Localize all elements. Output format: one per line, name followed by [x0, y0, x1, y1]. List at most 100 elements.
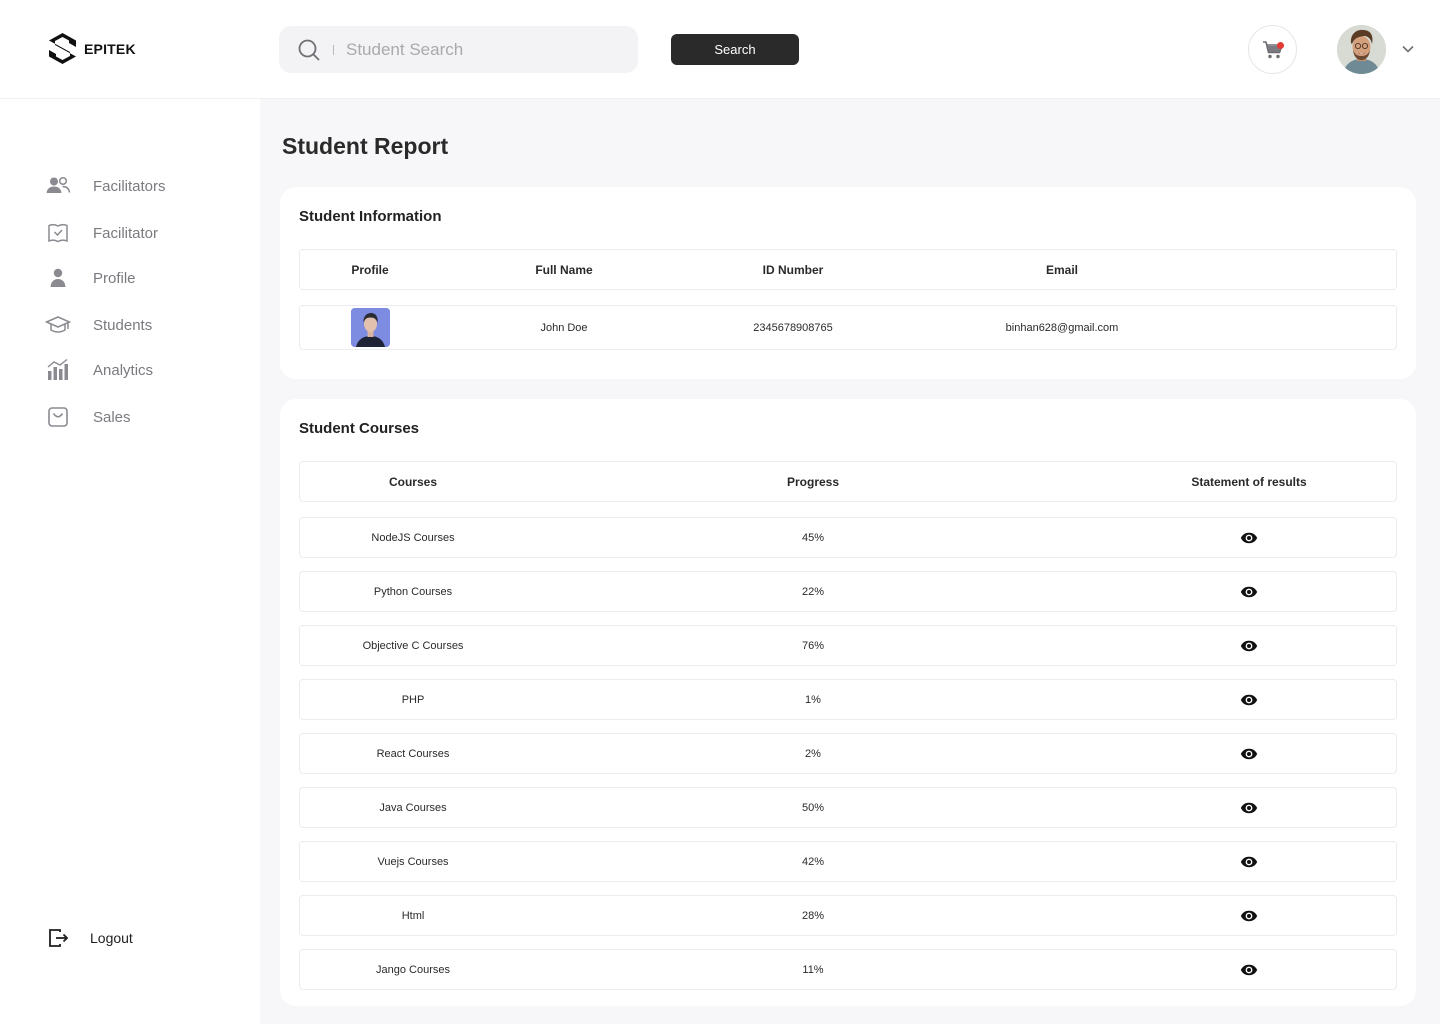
- sidebar-item-profile[interactable]: Profile: [45, 266, 136, 290]
- sidebar: Facilitators Facilitator Profile Student…: [0, 99, 260, 1024]
- logout-icon: [49, 929, 69, 947]
- main-content: Student Report Student Information Profi…: [260, 99, 1440, 1024]
- column-header-full-name: Full Name: [535, 262, 593, 277]
- sidebar-item-sales[interactable]: Sales: [45, 405, 131, 429]
- student-information-card: Student Information Profile Full Name ID…: [280, 187, 1416, 379]
- course-name-cell: Objective C Courses: [362, 639, 464, 652]
- course-row: NodeJS Courses 45%: [299, 517, 1397, 558]
- shopping-bag-icon: [45, 405, 71, 429]
- search-icon: [298, 39, 320, 61]
- course-name-cell: Html: [401, 909, 425, 922]
- sidebar-item-label: Students: [93, 316, 153, 334]
- book-icon: [45, 221, 71, 245]
- column-header-profile: Profile: [351, 262, 389, 277]
- sidebar-item-facilitators[interactable]: Facilitators: [45, 174, 166, 198]
- column-header-statement-of-results: Statement of results: [1191, 474, 1307, 489]
- bar-chart-icon: [45, 358, 71, 382]
- epitek-logo-icon: [49, 33, 76, 64]
- course-row: PHP 1%: [299, 679, 1397, 720]
- course-row: Vuejs Courses 42%: [299, 841, 1397, 882]
- view-statement-button[interactable]: [1149, 518, 1349, 557]
- column-header-id-number: ID Number: [762, 262, 824, 277]
- sidebar-item-label: Analytics: [93, 361, 154, 379]
- course-progress-cell: 42%: [801, 855, 825, 868]
- brand-logo[interactable]: EPITEK: [47, 32, 136, 65]
- student-courses-header: Courses Progress Statement of results: [299, 461, 1397, 502]
- graduation-cap-icon: [45, 313, 71, 337]
- eye-icon[interactable]: [1240, 748, 1258, 760]
- student-portrait-icon: [350, 308, 390, 347]
- view-statement-button[interactable]: [1149, 680, 1349, 719]
- users-icon: [45, 174, 71, 198]
- chevron-down-icon[interactable]: [1401, 42, 1415, 56]
- sidebar-item-students[interactable]: Students: [45, 313, 152, 337]
- course-progress-cell: 76%: [801, 639, 825, 652]
- logout-button[interactable]: Logout: [47, 927, 133, 949]
- email-cell[interactable]: binhan628@gmail.com: [972, 306, 1152, 349]
- course-progress-cell: 22%: [801, 585, 825, 598]
- course-progress-cell: 1%: [805, 693, 821, 706]
- text-caret: [333, 44, 334, 55]
- view-statement-button[interactable]: [1149, 950, 1349, 989]
- avatar-portrait-icon: [1337, 25, 1386, 74]
- student-courses-title: Student Courses: [299, 420, 420, 437]
- course-name-cell: Vuejs Courses: [377, 855, 449, 868]
- view-statement-button[interactable]: [1149, 842, 1349, 881]
- course-row: Jango Courses 11%: [299, 949, 1397, 990]
- sidebar-item-analytics[interactable]: Analytics: [45, 358, 153, 382]
- course-progress-cell: 28%: [801, 909, 825, 922]
- course-name-cell: Python Courses: [373, 585, 453, 598]
- sidebar-item-facilitator[interactable]: Facilitator: [45, 221, 158, 245]
- view-statement-button[interactable]: [1149, 896, 1349, 935]
- course-name-cell: Jango Courses: [376, 963, 450, 976]
- view-statement-button[interactable]: [1149, 626, 1349, 665]
- view-statement-button[interactable]: [1149, 572, 1349, 611]
- top-header: EPITEK Search: [0, 0, 1440, 99]
- course-row: Java Courses 50%: [299, 787, 1397, 828]
- course-row: Python Courses 22%: [299, 571, 1397, 612]
- eye-icon[interactable]: [1240, 640, 1258, 652]
- search-input[interactable]: [346, 39, 606, 60]
- course-row: Html 28%: [299, 895, 1397, 936]
- student-courses-card: Student Courses Courses Progress Stateme…: [280, 399, 1416, 1006]
- search-bar[interactable]: [279, 26, 638, 73]
- page-title: Student Report: [282, 133, 449, 159]
- course-name-cell: PHP: [401, 693, 425, 706]
- column-header-email: Email: [1045, 262, 1078, 277]
- notification-dot: [1277, 42, 1284, 49]
- student-information-header: Profile Full Name ID Number Email: [299, 249, 1397, 290]
- id-number-cell: 2345678908765: [753, 321, 833, 334]
- course-progress-cell: 11%: [802, 963, 824, 976]
- course-progress-cell: 45%: [801, 531, 825, 544]
- student-information-title: Student Information: [299, 208, 442, 225]
- course-row: React Courses 2%: [299, 733, 1397, 774]
- column-header-courses: Courses: [388, 474, 438, 489]
- course-progress-cell: 50%: [801, 801, 825, 814]
- eye-icon[interactable]: [1240, 802, 1258, 814]
- profile-cell: [332, 306, 408, 349]
- student-photo: [350, 308, 390, 347]
- eye-icon[interactable]: [1240, 856, 1258, 868]
- course-progress-cell: 2%: [805, 747, 821, 760]
- sidebar-item-label: Profile: [93, 269, 136, 287]
- course-name-cell: Java Courses: [379, 801, 447, 814]
- sidebar-item-label: Sales: [93, 408, 131, 426]
- view-statement-button[interactable]: [1149, 788, 1349, 827]
- course-name-cell: React Courses: [376, 747, 450, 760]
- full-name-cell: John Doe: [540, 321, 588, 334]
- search-button[interactable]: Search: [671, 34, 799, 65]
- course-name-cell: NodeJS Courses: [371, 531, 455, 544]
- logout-label: Logout: [90, 930, 133, 946]
- eye-icon[interactable]: [1240, 910, 1258, 922]
- user-avatar[interactable]: [1337, 25, 1386, 74]
- cart-button[interactable]: [1248, 25, 1297, 74]
- sidebar-item-label: Facilitators: [93, 177, 166, 195]
- view-statement-button[interactable]: [1149, 734, 1349, 773]
- eye-icon[interactable]: [1240, 964, 1258, 976]
- column-header-progress: Progress: [786, 474, 840, 489]
- eye-icon[interactable]: [1240, 586, 1258, 598]
- eye-icon[interactable]: [1240, 532, 1258, 544]
- user-icon: [45, 266, 71, 290]
- eye-icon[interactable]: [1240, 694, 1258, 706]
- brand-name: EPITEK: [84, 40, 136, 57]
